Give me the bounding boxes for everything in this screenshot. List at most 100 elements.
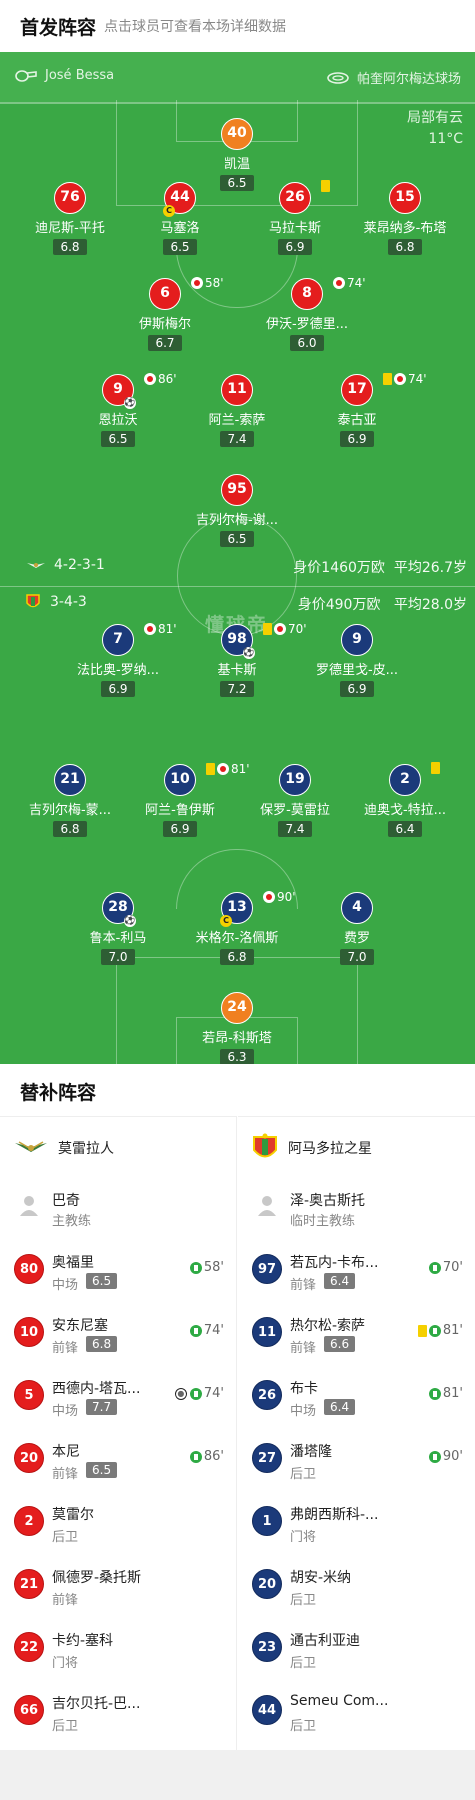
player-rating: 7.2 — [220, 681, 254, 697]
away-team-name: 阿马多拉之星 — [288, 1140, 372, 1157]
player-marker[interactable]: 95 吉列尔梅-谢... 6.5 — [177, 474, 297, 547]
player-marker[interactable]: 10 阿兰-鲁伊斯 6.9 81' — [120, 762, 250, 837]
player-marker[interactable]: 44 C 马塞洛 6.5 — [120, 182, 240, 255]
substitution-out-icon — [217, 763, 229, 775]
away-coach[interactable]: 泽-奥古斯托 临时主教练 — [238, 1178, 475, 1238]
player-rating: 6.0 — [290, 335, 324, 351]
home-team-header[interactable]: 莫雷拉人 — [0, 1116, 236, 1178]
substitution-in-icon — [189, 1450, 202, 1463]
away-team-header[interactable]: 阿马多拉之星 — [238, 1116, 475, 1178]
player-name: 泰古亚 — [337, 413, 377, 428]
player-marker[interactable]: 4 费罗 7.0 — [297, 892, 417, 965]
sub-player-row[interactable]: 66 吉尔贝托-巴... 后卫 — [0, 1679, 236, 1742]
away-coach-role: 临时主教练 — [290, 1214, 356, 1229]
player-name: 恩拉沃 — [98, 413, 138, 428]
sub-events: ● 74' — [174, 1386, 224, 1401]
sub-player-row[interactable]: 23 通古利亚迪 后卫 — [238, 1616, 475, 1679]
player-marker[interactable]: 21 吉列尔梅-蒙... 6.8 — [10, 764, 130, 837]
player-marker[interactable]: 2 迪奥戈-特拉... 6.4 — [345, 762, 465, 837]
player-name: 阿兰-鲁伊斯 — [145, 803, 215, 818]
sub-player-row[interactable]: 20 本尼 前锋 6.5 86' — [0, 1427, 236, 1490]
shirt-number: 9 — [341, 624, 373, 656]
substitution-out-icon — [394, 373, 406, 385]
player-marker[interactable]: 7 法比奥-罗纳... 6.9 81' — [58, 622, 178, 697]
player-name: Semeu Com... — [290, 1693, 389, 1709]
sub-time: 58' — [205, 276, 224, 290]
player-marker[interactable]: 76 迪尼斯-平托 6.8 — [10, 182, 130, 255]
shirt-number: 22 — [14, 1632, 44, 1662]
captain-badge-icon: C — [220, 915, 232, 927]
player-name: 奥福里 — [52, 1255, 94, 1271]
player-name: 基卡斯 — [217, 663, 257, 678]
subs-title: 替补阵容 — [20, 1082, 97, 1104]
player-rating: 6.9 — [163, 821, 197, 837]
shirt-number: 40 — [221, 118, 253, 150]
player-marker[interactable]: 19 保罗-莫雷拉 7.4 — [235, 764, 355, 837]
substitution-in-icon — [428, 1387, 441, 1400]
temperature: 11°C — [428, 131, 463, 147]
player-marker[interactable]: 6 伊斯梅尔 6.7 58' — [105, 276, 225, 351]
player-marker[interactable]: 11 阿兰-索萨 7.4 — [177, 374, 297, 447]
player-name: 鲁本-利马 — [89, 931, 147, 946]
home-coach[interactable]: 巴奇 主教练 — [0, 1178, 236, 1238]
player-marker[interactable]: 15 莱昂纳多-布塔 6.8 — [345, 182, 465, 255]
sub-player-row[interactable]: 2 莫雷尔 后卫 — [0, 1490, 236, 1553]
player-name: 佩德罗-桑托斯 — [52, 1570, 142, 1586]
coach-name: José Bessa — [45, 68, 115, 83]
player-name: 胡安-米纳 — [290, 1570, 352, 1586]
player-marker[interactable]: 13 C 米格尔-洛佩斯 6.8 90' — [177, 890, 297, 965]
sub-player-row[interactable]: 10 安东尼塞 前锋 6.8 74' — [0, 1301, 236, 1364]
player-marker[interactable]: 17 泰古亚 6.9 74' — [297, 372, 427, 447]
player-name: 马塞洛 — [160, 221, 200, 236]
player-rating: 6.5 — [163, 239, 197, 255]
player-marker[interactable]: 8 伊沃-罗德里... 6.0 74' — [247, 276, 367, 351]
sub-player-row[interactable]: 80 奥福里 中场 6.5 58' — [0, 1238, 236, 1301]
player-name: 迪奥戈-特拉... — [363, 803, 447, 818]
player-rating: 6.9 — [278, 239, 312, 255]
sub-player-row[interactable]: 97 若瓦内-卡布... 前锋 6.4 70' — [238, 1238, 475, 1301]
away-formation: 3-4-3 — [50, 594, 87, 610]
sub-player-row[interactable]: 11 热尔松-索萨 前锋 6.6 81' — [238, 1301, 475, 1364]
sub-player-row[interactable]: 5 西德内-塔瓦... 中场 7.7 ● 74' — [0, 1364, 236, 1427]
sub-time: 86' — [203, 1449, 224, 1464]
player-name: 热尔松-索萨 — [290, 1318, 366, 1334]
away-avg-age: 平均28.0岁 — [393, 597, 467, 613]
shirt-number: 80 — [14, 1254, 44, 1284]
player-rating: 6.4 — [324, 1399, 356, 1415]
sub-player-row[interactable]: 1 弗朗西斯科-... 门将 — [238, 1490, 475, 1553]
player-name: 吉尔贝托-巴... — [52, 1696, 141, 1712]
shirt-number: 21 — [14, 1569, 44, 1599]
player-rating: 6.5 — [101, 431, 135, 447]
player-events — [321, 180, 332, 192]
sub-player-row[interactable]: 22 卡约-塞科 门将 — [0, 1616, 236, 1679]
player-marker[interactable]: 24 若昂-科斯塔 6.3 — [177, 992, 297, 1064]
player-rating: 6.6 — [324, 1336, 356, 1352]
sub-player-row[interactable]: 26 布卡 中场 6.4 81' — [238, 1364, 475, 1427]
sub-player-row[interactable]: 44 Semeu Com... 后卫 — [238, 1679, 475, 1742]
sub-time: 81' — [442, 1323, 463, 1338]
shirt-number: 44 — [252, 1695, 282, 1725]
coach-info: José Bessa — [15, 68, 114, 83]
player-position: 后卫 — [52, 1719, 79, 1734]
sub-player-row[interactable]: 27 潘塔隆 后卫 90' — [238, 1427, 475, 1490]
substitution-in-icon — [428, 1450, 441, 1463]
sub-player-row[interactable]: 20 胡安-米纳 后卫 — [238, 1553, 475, 1616]
player-marker[interactable]: 9 罗德里戈-皮... 6.9 — [297, 624, 417, 697]
player-name: 吉列尔梅-谢... — [195, 513, 279, 528]
player-marker[interactable]: 28 ⚽ 鲁本-利马 7.0 — [58, 892, 178, 965]
shirt-number: 66 — [14, 1695, 44, 1725]
goal-ball-icon: ⚽ — [124, 915, 136, 927]
player-rating: 6.4 — [324, 1273, 356, 1289]
player-rating: 7.7 — [86, 1399, 118, 1415]
player-name: 费罗 — [343, 931, 370, 946]
player-rating: 7.4 — [220, 431, 254, 447]
page-subtitle: 点击球员可查看本场详细数据 — [104, 19, 287, 35]
player-name: 阿兰-索萨 — [208, 413, 266, 428]
shirt-number: 97 — [252, 1254, 282, 1284]
player-marker[interactable]: 9 ⚽ 恩拉沃 6.5 86' — [58, 372, 178, 447]
venue-name: 帕奎阿尔梅达球场 — [356, 72, 461, 87]
player-marker[interactable]: 26 马拉卡斯 6.9 — [235, 180, 355, 255]
player-marker[interactable]: 40 凯温 6.5 — [177, 118, 297, 191]
player-marker[interactable]: 98 ⚽ 基卡斯 7.2 70' — [177, 622, 307, 697]
sub-player-row[interactable]: 21 佩德罗-桑托斯 前锋 — [0, 1553, 236, 1616]
